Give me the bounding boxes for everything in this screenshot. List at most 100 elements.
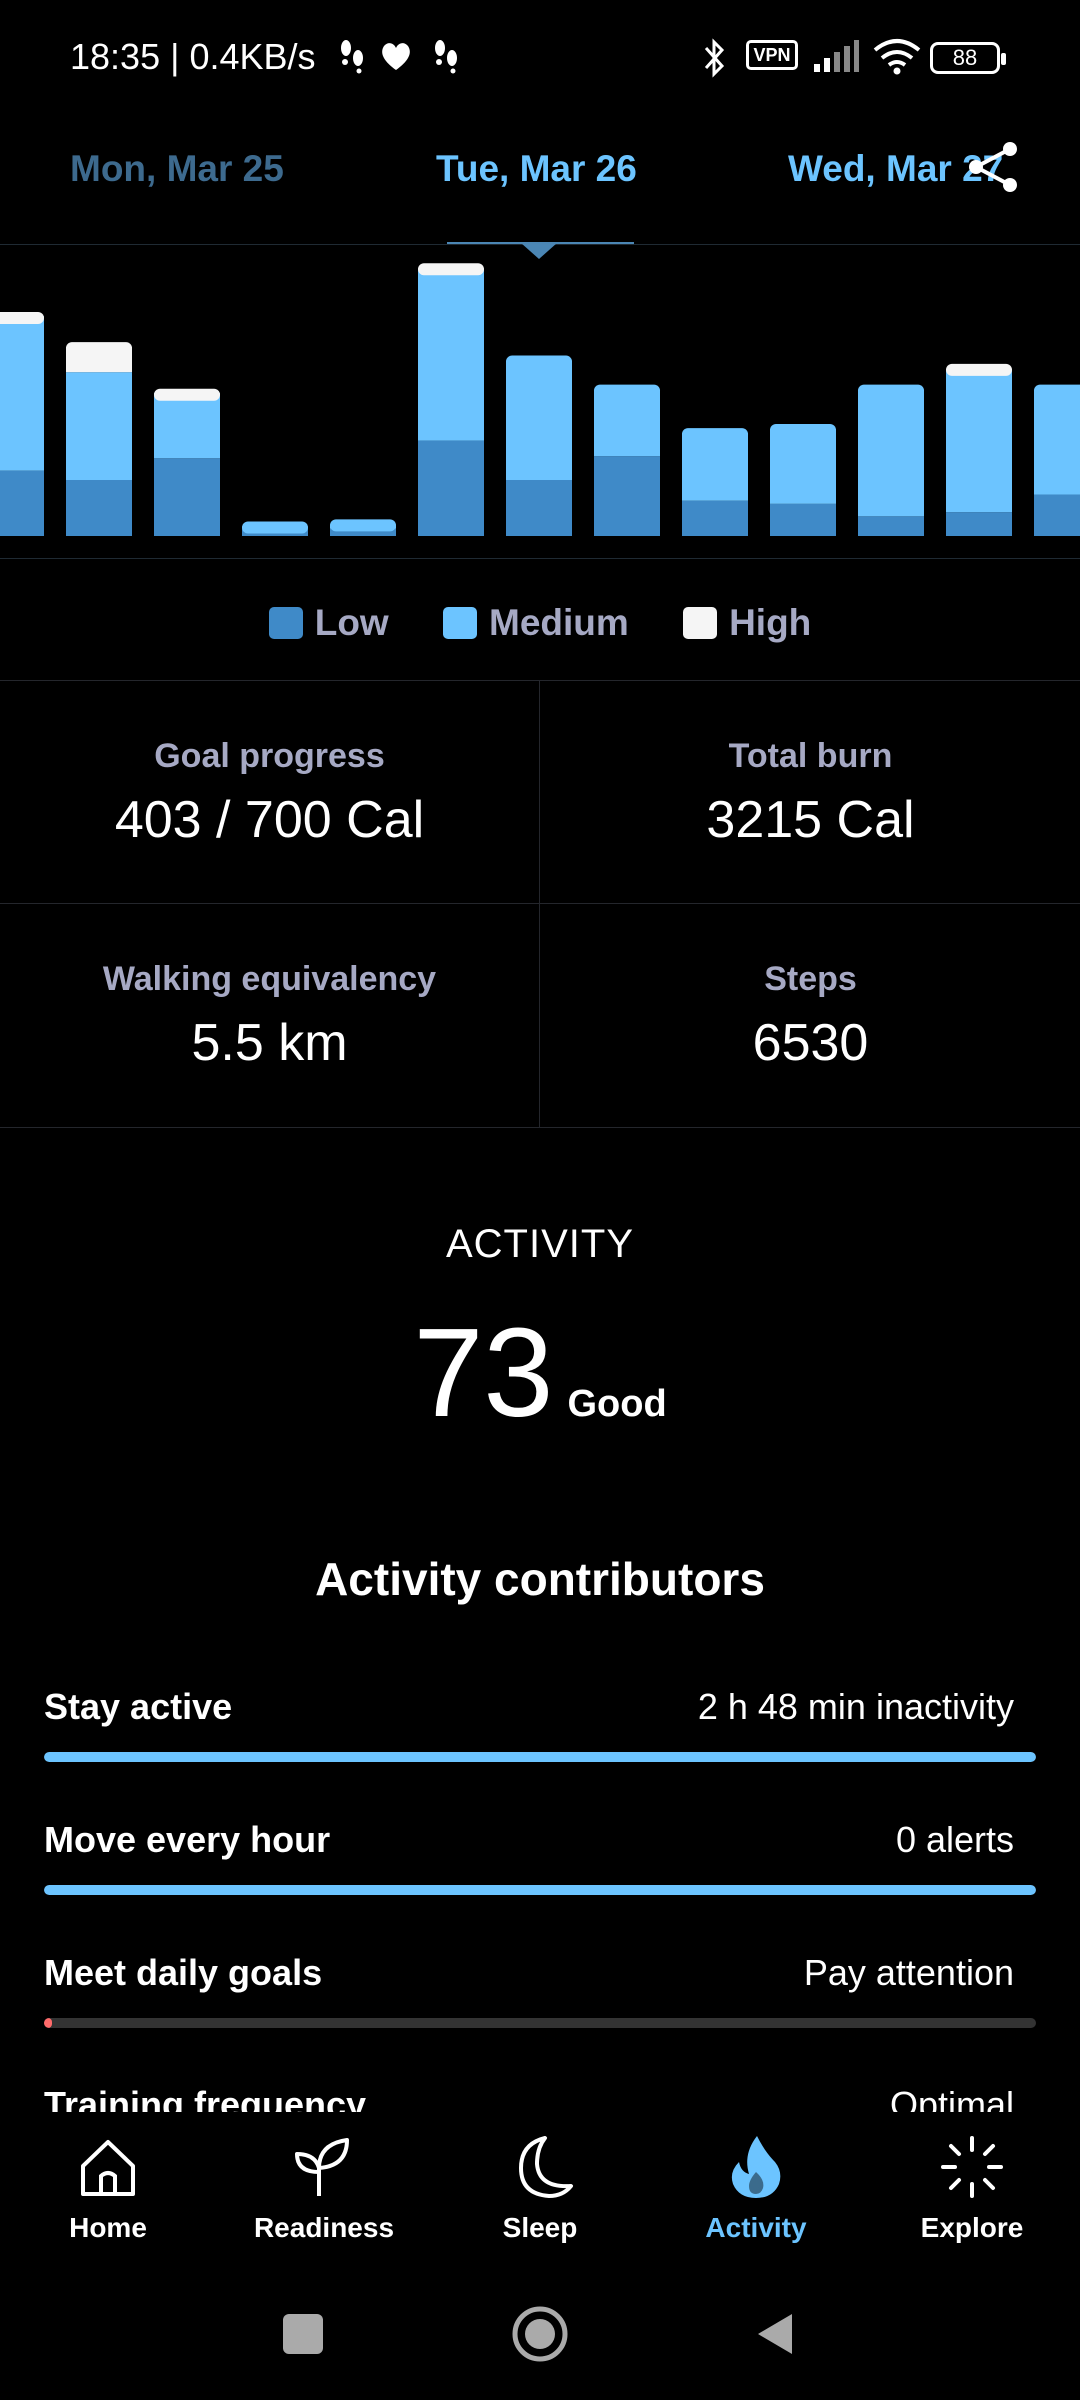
bar-cap-3 bbox=[154, 388, 220, 401]
steps-cell: Steps 6530 bbox=[541, 904, 1080, 1126]
bar-low-8 bbox=[594, 456, 660, 536]
contributor-progress-fill bbox=[44, 1885, 1036, 1895]
contributor-progress-track bbox=[44, 1752, 1036, 1762]
vpn-icon: VPN bbox=[746, 40, 798, 70]
contributor-progress-fill bbox=[44, 1752, 1036, 1762]
bar-low-12 bbox=[946, 512, 1012, 536]
legend-item-medium: Medium bbox=[443, 602, 629, 644]
contributor-name: Stay active bbox=[44, 1686, 233, 1727]
nav-activity[interactable]: Activity bbox=[648, 2132, 864, 2244]
legend-swatch-low bbox=[268, 607, 303, 640]
goal-progress-label: Goal progress bbox=[154, 737, 385, 775]
footsteps-icon bbox=[341, 40, 363, 74]
chart-legend: Low Medium High bbox=[0, 600, 1080, 644]
battery-icon: 88 bbox=[930, 42, 1006, 74]
steps-label: Steps bbox=[764, 960, 857, 998]
moon-icon bbox=[519, 2136, 573, 2198]
current-day-tab[interactable]: Tue, Mar 26 bbox=[436, 148, 637, 190]
nav-label-readiness: Readiness bbox=[253, 2212, 395, 2243]
stats-grid: Goal progress 403 / 700 Cal Total burn 3… bbox=[0, 680, 1080, 1128]
grid-divider-horizontal bbox=[0, 903, 1080, 904]
heart-icon bbox=[382, 43, 410, 70]
recent-apps-icon[interactable] bbox=[283, 2314, 323, 2354]
bar-cap-6 bbox=[418, 263, 484, 276]
nav-readiness[interactable]: Readiness bbox=[216, 2132, 432, 2244]
bar-medium-8 bbox=[594, 389, 660, 457]
bar-low-7 bbox=[506, 480, 572, 536]
legend-item-high: High bbox=[683, 602, 811, 644]
system-navigation-bar bbox=[0, 2280, 1080, 2400]
home-circle-icon[interactable] bbox=[510, 2304, 570, 2364]
grid-divider-vertical bbox=[539, 681, 540, 1127]
bar-low-13 bbox=[1034, 494, 1080, 536]
contributor-value: Pay attention bbox=[803, 1952, 1014, 1993]
goal-progress-cell: Goal progress 403 / 700 Cal bbox=[0, 681, 539, 903]
goal-progress-value: 403 / 700 Cal bbox=[114, 791, 425, 849]
bar-medium-4 bbox=[242, 526, 308, 528]
bar-medium-10 bbox=[770, 429, 836, 504]
bar-medium-9 bbox=[682, 433, 748, 501]
contributor-name: Meet daily goals bbox=[44, 1952, 323, 1993]
bar-low-6 bbox=[418, 440, 484, 536]
bar-low-9 bbox=[682, 500, 748, 536]
bar-low-10 bbox=[770, 503, 836, 536]
total-burn-label: Total burn bbox=[728, 737, 893, 775]
contributors-title: Activity contributors bbox=[315, 1553, 765, 1605]
share-icon[interactable] bbox=[960, 135, 1024, 199]
legend-item-low: Low bbox=[268, 602, 389, 644]
back-icon[interactable] bbox=[752, 2310, 798, 2358]
contributor-name: Move every hour bbox=[44, 1819, 331, 1860]
status-time: 18:35 | 0.4KB/s bbox=[70, 36, 316, 77]
bar-medium-13 bbox=[1034, 389, 1080, 495]
bar-low-11 bbox=[858, 516, 924, 536]
sparkle-icon bbox=[941, 2136, 1003, 2198]
home-icon bbox=[81, 2140, 135, 2196]
bottom-navigation: Home Readiness Sleep Activity Explore bbox=[0, 2120, 1080, 2260]
walking-equivalency-cell: Walking equivalency 5.5 km bbox=[0, 904, 539, 1126]
bar-low-1 bbox=[0, 470, 44, 536]
bar-low-3 bbox=[154, 458, 220, 536]
bar-medium-11 bbox=[858, 389, 924, 517]
nav-explore[interactable]: Explore bbox=[864, 2132, 1080, 2244]
chart-divider bbox=[0, 558, 1080, 559]
bar-medium-6 bbox=[418, 268, 484, 441]
walking-equivalency-label: Walking equivalency bbox=[102, 960, 437, 998]
nav-label-explore: Explore bbox=[920, 2212, 1024, 2243]
steps-value: 6530 bbox=[752, 1014, 869, 1072]
nav-label-home: Home bbox=[69, 2212, 147, 2243]
activity-intensity-chart bbox=[0, 263, 1080, 536]
contributor-progress-fill bbox=[44, 2018, 52, 2028]
contributor-progress-track bbox=[44, 2018, 1036, 2028]
status-bar: 18:35 | 0.4KB/s VPN 88 bbox=[0, 0, 1080, 120]
nav-sleep[interactable]: Sleep bbox=[432, 2132, 648, 2244]
legend-label-low: Low bbox=[314, 602, 389, 644]
prev-day-tab[interactable]: Mon, Mar 25 bbox=[70, 148, 284, 190]
bar-medium-12 bbox=[946, 369, 1012, 513]
total-burn-cell: Total burn 3215 Cal bbox=[541, 681, 1080, 903]
nav-home[interactable]: Home bbox=[0, 2132, 216, 2244]
bar-medium-5 bbox=[330, 524, 396, 529]
nav-label-sleep: Sleep bbox=[502, 2212, 578, 2243]
flame-icon bbox=[731, 2136, 781, 2198]
bar-medium-7 bbox=[506, 360, 572, 480]
contributor-value: 2 h 48 min inactivity bbox=[697, 1686, 1014, 1727]
contributor-value: 0 alerts bbox=[895, 1819, 1014, 1860]
bar-medium-2 bbox=[66, 372, 132, 480]
legend-swatch-medium bbox=[443, 607, 477, 640]
sprout-icon bbox=[295, 2138, 349, 2196]
bar-medium-1 bbox=[0, 316, 44, 471]
wifi-icon bbox=[873, 39, 921, 75]
bar-high-2 bbox=[66, 347, 132, 373]
activity-score-rating: Good bbox=[567, 1383, 667, 1425]
signal-icon bbox=[814, 40, 859, 72]
bar-cap-1 bbox=[0, 312, 44, 324]
activity-score-value: 73 bbox=[413, 1302, 554, 1443]
bluetooth-icon bbox=[704, 38, 725, 78]
footsteps-icon bbox=[435, 40, 457, 74]
total-burn-value: 3215 Cal bbox=[706, 791, 915, 849]
activity-heading: ACTIVITY bbox=[445, 1222, 635, 1266]
contributor-progress-track bbox=[44, 1885, 1036, 1895]
walking-equivalency-value: 5.5 km bbox=[191, 1014, 348, 1072]
activity-score: 73 Good bbox=[0, 1300, 1080, 1445]
bar-low-2 bbox=[66, 480, 132, 536]
